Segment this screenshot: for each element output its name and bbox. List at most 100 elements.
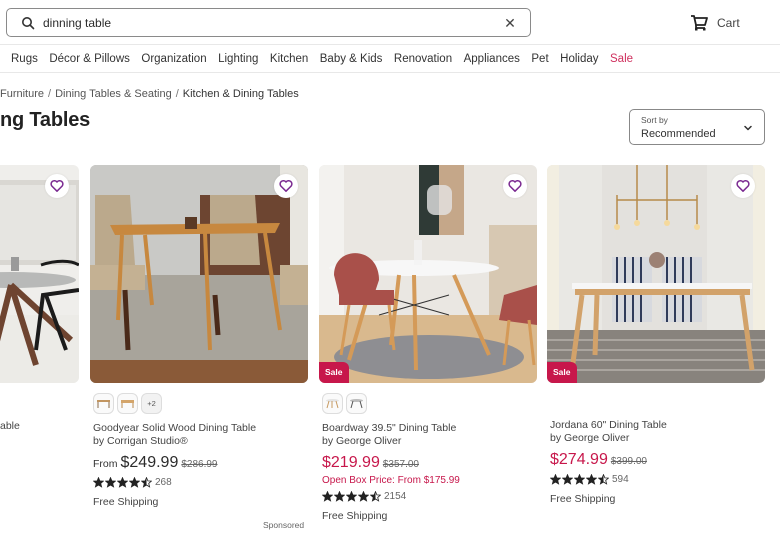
- star-full-icon: [322, 491, 333, 502]
- shipping-info: Free Shipping: [322, 510, 388, 522]
- category-nav: Rugs Décor & Pillows Organization Lighti…: [0, 46, 780, 73]
- nav-item-decor-pillows[interactable]: Décor & Pillows: [49, 53, 130, 65]
- product-price: $219.99: [322, 454, 380, 471]
- product-info: Goodyear Solid Wood Dining Table by Corr…: [93, 422, 308, 508]
- rating[interactable]: 594: [550, 474, 765, 485]
- product-info: Jordana 60" Dining Table by George Olive…: [550, 419, 765, 505]
- search-box[interactable]: ✕: [6, 8, 531, 37]
- star-full-icon: [550, 474, 561, 485]
- heart-icon: [50, 179, 64, 192]
- rating[interactable]: 2154: [322, 491, 537, 502]
- product-info: Boardway 39.5" Dining Table by George Ol…: [322, 422, 537, 522]
- star-half-icon: [598, 474, 609, 485]
- breadcrumb-furniture[interactable]: Furniture: [0, 88, 44, 100]
- product-price: $274.99: [550, 451, 608, 468]
- nav-item-holiday[interactable]: Holiday: [560, 53, 598, 65]
- favorite-button[interactable]: [503, 174, 527, 198]
- cart-button[interactable]: Cart: [690, 12, 740, 34]
- shipping-info: Free Shipping: [550, 493, 616, 505]
- original-price: $357.00: [382, 459, 419, 470]
- sort-dropdown[interactable]: Sort by Recommended: [629, 109, 765, 145]
- product-photo: [0, 165, 79, 383]
- product-name[interactable]: Goodyear Solid Wood Dining Table: [93, 422, 308, 435]
- original-price: $399.00: [610, 456, 647, 467]
- product-photo: [319, 165, 537, 383]
- sale-badge: Sale: [319, 362, 349, 383]
- product-price: $249.99: [120, 454, 179, 471]
- breadcrumb-current: Kitchen & Dining Tables: [182, 88, 299, 100]
- sort-label: Sort by: [641, 115, 668, 125]
- star-full-icon: [117, 477, 128, 488]
- sort-value: Recommended: [641, 128, 716, 140]
- table-thumbnail-icon: [350, 399, 363, 409]
- rating[interactable]: 268: [93, 477, 308, 488]
- product-image[interactable]: Sale: [547, 165, 765, 383]
- clear-search-icon[interactable]: ✕: [502, 14, 518, 32]
- price-prefix: From: [93, 458, 118, 470]
- star-full-icon: [586, 474, 597, 485]
- swatch-option[interactable]: [346, 393, 367, 414]
- product-name[interactable]: able: [0, 420, 20, 432]
- breadcrumb: Furniture / Dining Tables & Seating / Kitche…: [0, 88, 299, 100]
- nav-item-pet[interactable]: Pet: [531, 53, 548, 65]
- table-thumbnail-icon: [326, 399, 339, 409]
- swatch-option[interactable]: [322, 393, 343, 414]
- product-photo: [547, 165, 765, 383]
- star-rating: [322, 491, 381, 502]
- more-swatches[interactable]: +2: [141, 393, 162, 414]
- nav-item-appliances[interactable]: Appliances: [464, 53, 520, 65]
- sale-badge: Sale: [547, 362, 577, 383]
- nav-item-baby-kids[interactable]: Baby & Kids: [320, 53, 383, 65]
- header: ✕ Cart: [0, 0, 780, 45]
- price-row: From $249.99 $286.99: [93, 454, 308, 472]
- heart-icon: [279, 179, 293, 192]
- favorite-button[interactable]: [45, 174, 69, 198]
- heart-icon: [508, 179, 522, 192]
- sponsored-label: Sponsored: [263, 520, 305, 530]
- star-full-icon: [574, 474, 585, 485]
- original-price: $286.99: [181, 459, 218, 470]
- nav-item-lighting[interactable]: Lighting: [218, 53, 258, 65]
- nav-item-sale[interactable]: Sale: [610, 53, 633, 65]
- table-thumbnail-icon: [121, 400, 134, 408]
- nav-item-organization[interactable]: Organization: [141, 53, 206, 65]
- star-full-icon: [105, 477, 116, 488]
- product-name[interactable]: Boardway 39.5" Dining Table: [322, 422, 537, 435]
- page-title: ng Tables: [0, 109, 91, 131]
- breadcrumb-dining-tables-seating[interactable]: Dining Tables & Seating: [55, 88, 172, 100]
- star-full-icon: [129, 477, 140, 488]
- star-half-icon: [370, 491, 381, 502]
- search-icon: [22, 17, 35, 30]
- star-full-icon: [562, 474, 573, 485]
- price-row: $274.99 $399.00: [550, 451, 765, 469]
- favorite-button[interactable]: [731, 174, 755, 198]
- product-name[interactable]: Jordana 60" Dining Table: [550, 419, 765, 432]
- star-full-icon: [334, 491, 345, 502]
- cart-icon: [691, 15, 708, 31]
- product-image[interactable]: Sale: [319, 165, 537, 383]
- swatch-option[interactable]: [117, 393, 138, 414]
- product-brand: by Corrigan Studio®: [93, 435, 188, 447]
- nav-item-renovation[interactable]: Renovation: [394, 53, 452, 65]
- favorite-button[interactable]: [274, 174, 298, 198]
- open-box-price[interactable]: Open Box Price: From $175.99: [322, 475, 537, 486]
- table-thumbnail-icon: [97, 400, 110, 408]
- product-brand: by George Oliver: [322, 435, 402, 447]
- breadcrumb-separator: /: [175, 88, 179, 100]
- star-full-icon: [93, 477, 104, 488]
- chevron-down-icon: [744, 125, 752, 131]
- review-count: 594: [612, 474, 629, 485]
- review-count: 2154: [384, 491, 407, 502]
- product-image[interactable]: [0, 165, 79, 383]
- star-full-icon: [346, 491, 357, 502]
- nav-item-rugs[interactable]: Rugs: [11, 53, 38, 65]
- nav-item-kitchen[interactable]: Kitchen: [270, 53, 308, 65]
- review-count: 268: [155, 477, 172, 488]
- swatch-option[interactable]: [93, 393, 114, 414]
- cart-label: Cart: [717, 16, 740, 30]
- shipping-info: Free Shipping: [93, 496, 159, 508]
- search-input[interactable]: [43, 13, 483, 33]
- product-photo: [90, 165, 308, 383]
- breadcrumb-separator: /: [48, 88, 52, 100]
- product-image[interactable]: [90, 165, 308, 383]
